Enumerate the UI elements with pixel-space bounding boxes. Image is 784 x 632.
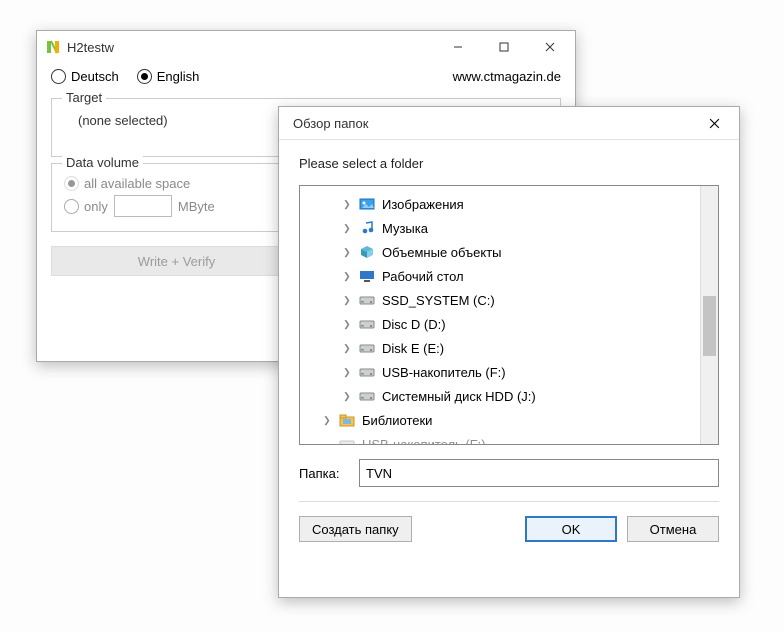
expand-icon[interactable]: ❯ <box>342 222 352 233</box>
radio-icon <box>51 69 66 84</box>
tree-item[interactable]: ❯ Disk E (E:) <box>300 336 718 360</box>
tree-item[interactable]: ❯ Объемные объекты <box>300 240 718 264</box>
cube-icon <box>358 244 376 260</box>
tree-item[interactable]: ❯ Системный диск HDD (J:) <box>300 384 718 408</box>
disk-icon <box>358 388 376 404</box>
language-row: Deutsch English www.ctmagazin.de <box>37 63 575 94</box>
maximize-button[interactable] <box>481 32 527 62</box>
tree-item[interactable]: ❯ Изображения <box>300 192 718 216</box>
tree-item[interactable]: ❯ Disc D (D:) <box>300 312 718 336</box>
tree-item[interactable]: ❯ Рабочий стол <box>300 264 718 288</box>
expand-icon[interactable]: ❯ <box>342 294 352 305</box>
expand-icon[interactable]: ❯ <box>342 270 352 281</box>
tree-item-label: Disk E (E:) <box>382 341 444 356</box>
radio-english[interactable]: English <box>137 69 200 84</box>
close-button[interactable] <box>527 32 573 62</box>
site-link[interactable]: www.ctmagazin.de <box>453 69 561 84</box>
mbyte-unit: MByte <box>178 199 215 214</box>
ok-button[interactable]: OK <box>525 516 617 542</box>
desktop-icon <box>358 268 376 284</box>
expand-icon[interactable]: ❯ <box>342 342 352 353</box>
disk-icon <box>358 364 376 380</box>
scrollbar-thumb[interactable] <box>703 296 716 356</box>
tree-item-label: Изображения <box>382 197 464 212</box>
tree-item[interactable]: ❯ Музыка <box>300 216 718 240</box>
tree-item[interactable]: ❯ USB-накопитель (F:) <box>300 360 718 384</box>
tree-item-label: Музыка <box>382 221 428 236</box>
write-verify-button[interactable]: Write + Verify <box>51 246 302 276</box>
tree-item[interactable]: USB-накопитель (F:) <box>300 432 718 445</box>
tree-item-label: Disc D (D:) <box>382 317 446 332</box>
tree-scrollbar[interactable] <box>700 186 718 444</box>
radio-icon <box>64 199 79 214</box>
music-icon <box>358 220 376 236</box>
browse-folder-dialog: Обзор папок Please select a folder ❯ Изоб… <box>278 106 740 598</box>
mbyte-input[interactable] <box>114 195 172 217</box>
titlebar: H2testw <box>37 31 575 63</box>
folder-input[interactable] <box>359 459 719 487</box>
expand-icon[interactable]: ❯ <box>342 246 352 257</box>
radio-label: English <box>157 69 200 84</box>
radio-icon <box>137 69 152 84</box>
expand-icon[interactable]: ❯ <box>322 414 332 425</box>
radio-icon <box>64 176 79 191</box>
expand-icon[interactable]: ❯ <box>342 318 352 329</box>
tree-item-label: Рабочий стол <box>382 269 464 284</box>
disk-icon <box>338 436 356 445</box>
radio-label: Deutsch <box>71 69 119 84</box>
tree-item[interactable]: ❯ SSD_SYSTEM (C:) <box>300 288 718 312</box>
tree-item[interactable]: ❯ Библиотеки <box>300 408 718 432</box>
pictures-icon <box>358 196 376 212</box>
folder-input-row: Папка: <box>299 459 719 487</box>
group-label: Target <box>62 90 106 105</box>
tree-item-label: USB-накопитель (F:) <box>382 365 506 380</box>
app-icon <box>45 39 61 55</box>
new-folder-button[interactable]: Создать папку <box>299 516 412 542</box>
expand-icon[interactable]: ❯ <box>342 198 352 209</box>
cancel-button[interactable]: Отмена <box>627 516 719 542</box>
radio-label: only <box>84 199 108 214</box>
separator <box>299 501 719 502</box>
dialog-buttons: Создать папку OK Отмена <box>299 516 719 542</box>
folder-input-label: Папка: <box>299 466 359 481</box>
tree-item-label: Системный диск HDD (J:) <box>382 389 536 404</box>
group-label: Data volume <box>62 155 143 170</box>
expand-icon[interactable]: ❯ <box>342 366 352 377</box>
tree-item-label: Объемные объекты <box>382 245 502 260</box>
disk-icon <box>358 340 376 356</box>
radio-deutsch[interactable]: Deutsch <box>51 69 119 84</box>
disk-icon <box>358 316 376 332</box>
expand-icon[interactable]: ❯ <box>342 390 352 401</box>
disk-icon <box>358 292 376 308</box>
dialog-titlebar: Обзор папок <box>279 107 739 140</box>
tree-item-label: Библиотеки <box>362 413 432 428</box>
minimize-button[interactable] <box>435 32 481 62</box>
folder-tree: ❯ Изображения ❯ Музыка ❯ Объемные объекты ❯ Раб… <box>299 185 719 445</box>
tree-item-label: USB-накопитель (F:) <box>362 437 486 446</box>
window-title: H2testw <box>67 40 114 55</box>
dialog-close-button[interactable] <box>691 108 737 138</box>
libraries-icon <box>338 412 356 428</box>
dialog-title: Обзор папок <box>287 116 368 131</box>
dialog-prompt: Please select a folder <box>279 140 739 185</box>
tree-item-label: SSD_SYSTEM (C:) <box>382 293 495 308</box>
radio-label: all available space <box>84 176 190 191</box>
